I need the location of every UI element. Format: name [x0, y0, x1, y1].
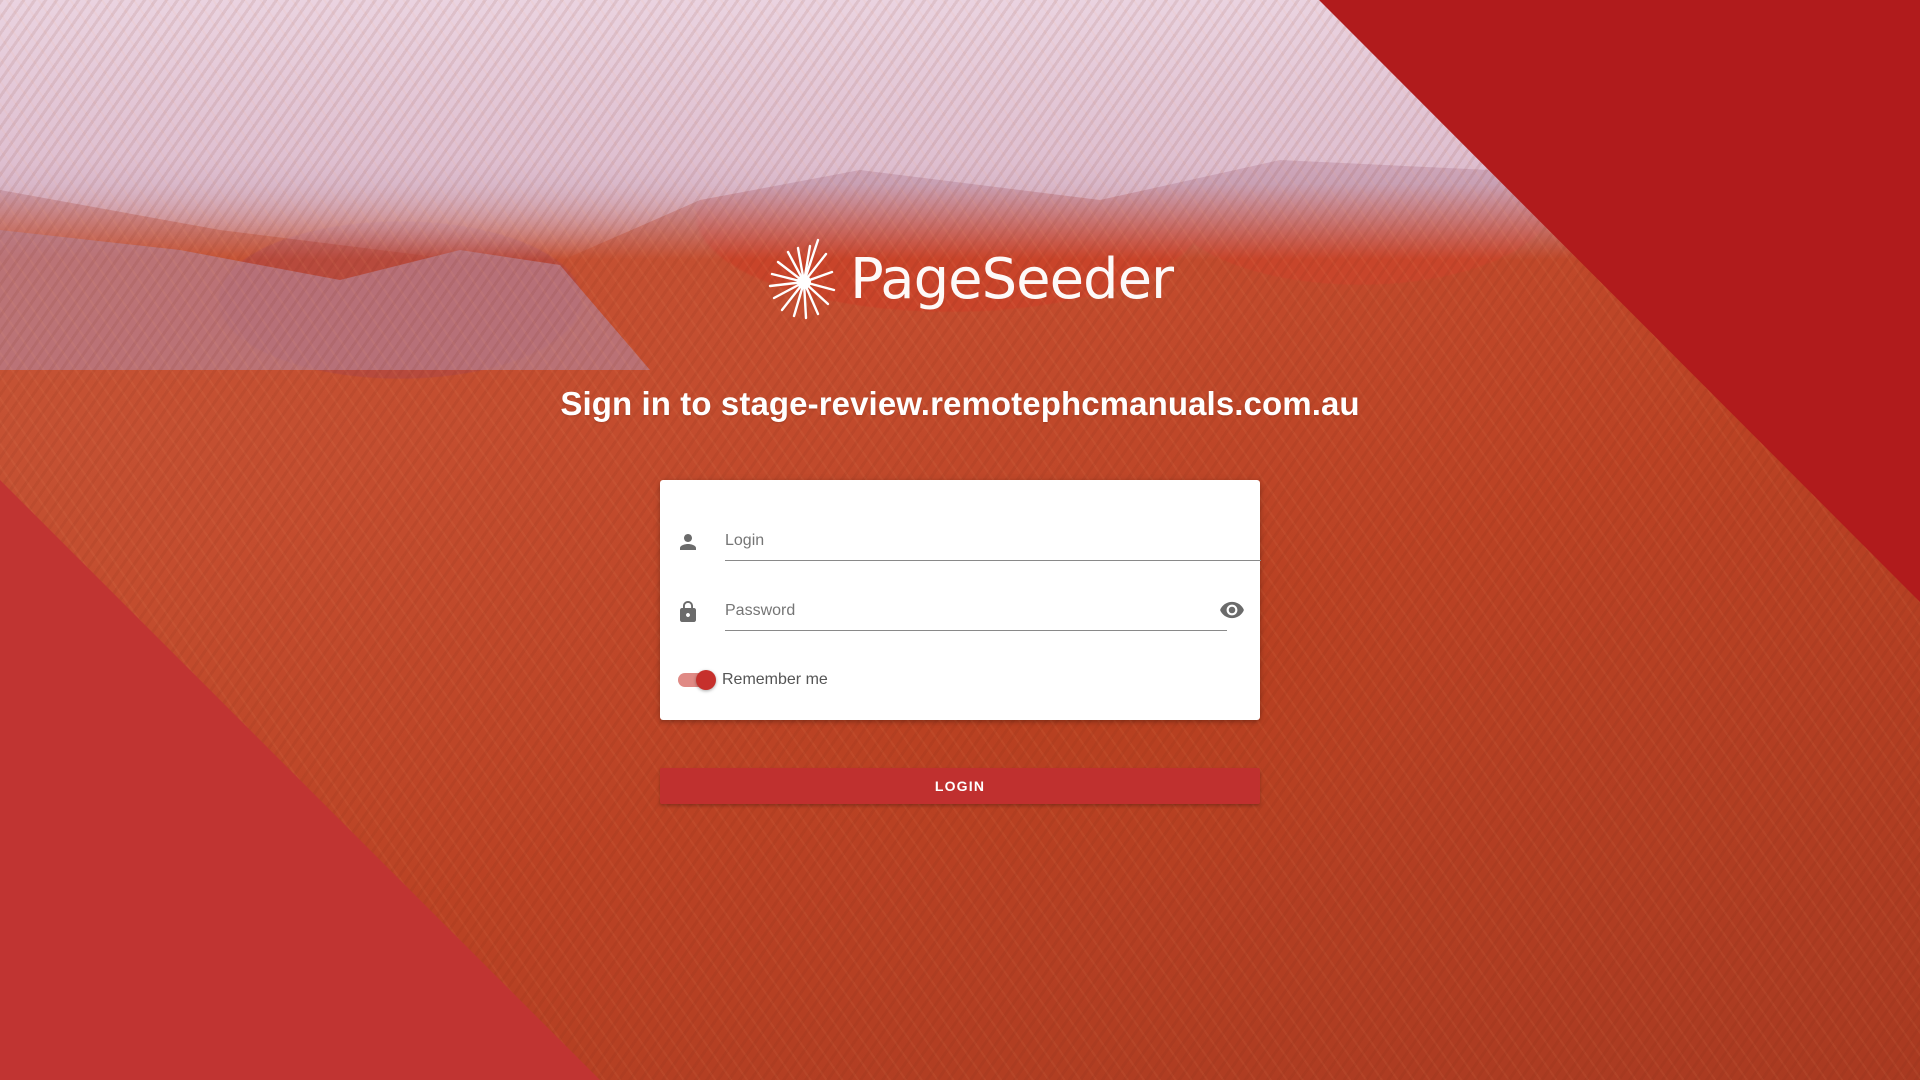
- password-input-wrapper: [725, 590, 1227, 631]
- login-button[interactable]: LOGIN: [660, 768, 1260, 804]
- pageseeder-burst-icon: [768, 238, 836, 320]
- lock-icon: [680, 601, 696, 622]
- page-title: Sign in to stage-review.remotephcmanuals…: [560, 385, 1360, 422]
- remember-me-label[interactable]: Remember me: [722, 670, 828, 690]
- login-input[interactable]: [725, 522, 1261, 560]
- person-icon: [680, 534, 696, 550]
- remember-me-toggle[interactable]: [678, 668, 718, 692]
- eye-icon[interactable]: [1219, 597, 1245, 623]
- brand-logo: PageSeeder: [758, 232, 1174, 328]
- brand-name: PageSeeder: [850, 247, 1174, 312]
- password-input[interactable]: [725, 592, 1227, 630]
- login-page: PageSeeder Sign in to stage-review.remot…: [0, 0, 1920, 1080]
- toggle-thumb: [696, 670, 716, 690]
- password-field: [676, 590, 1227, 631]
- login-input-wrapper: [725, 520, 1261, 561]
- login-field: [676, 520, 1261, 561]
